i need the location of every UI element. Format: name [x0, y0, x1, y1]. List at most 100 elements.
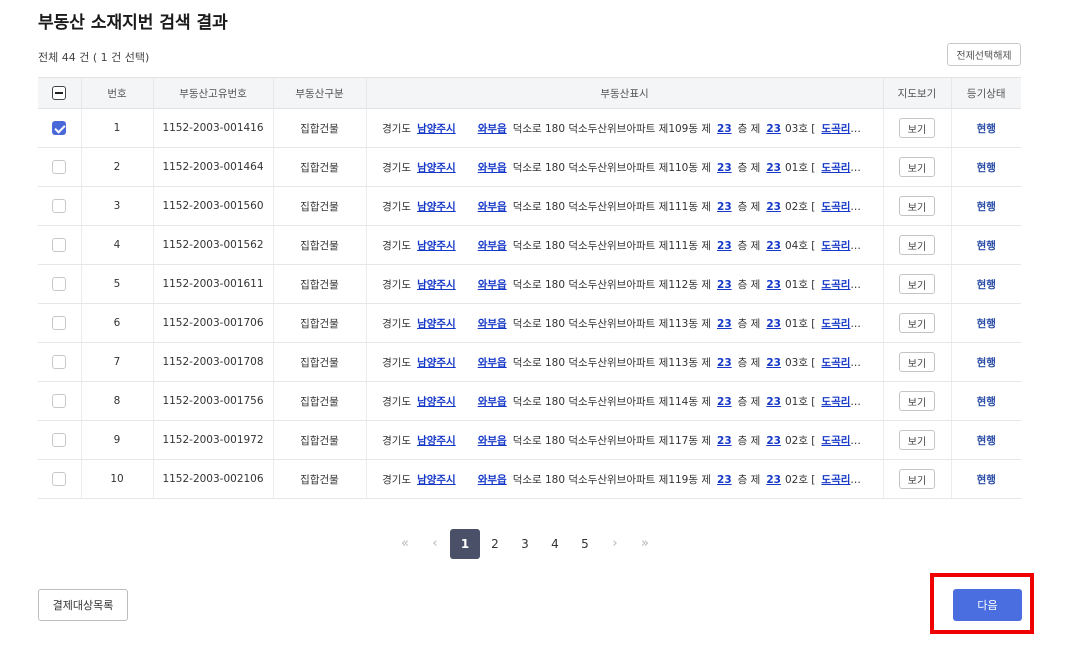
row-select-cell[interactable]: [38, 186, 81, 226]
address-floor-link[interactable]: 23: [717, 357, 732, 369]
table-row[interactable]: 6 1152-2003-001706 집합건물 경기도 남양주시 와부읍 덕소로 180 덕…: [38, 303, 1021, 343]
address-unit-link[interactable]: 23: [766, 396, 781, 408]
address-town-link[interactable]: 와부읍: [478, 396, 507, 408]
page-2[interactable]: 2: [480, 529, 510, 559]
page-3[interactable]: 3: [510, 529, 540, 559]
row-checkbox[interactable]: [52, 199, 67, 213]
payment-list-button[interactable]: 결제대상목록: [38, 589, 128, 621]
address-floor-link[interactable]: 23: [717, 123, 732, 135]
row-checkbox[interactable]: [52, 355, 67, 369]
double-chevron-left-icon[interactable]: «: [390, 529, 420, 559]
address-town-link[interactable]: 와부읍: [478, 435, 507, 447]
row-checkbox[interactable]: [52, 433, 67, 447]
address-unit-link[interactable]: 23: [766, 279, 781, 291]
row-checkbox[interactable]: [52, 394, 67, 408]
register-status[interactable]: 현행: [977, 201, 996, 213]
address-town-link[interactable]: 와부읍: [478, 162, 507, 174]
address-town-link[interactable]: 와부읍: [478, 201, 507, 213]
row-checkbox[interactable]: [52, 238, 67, 252]
address-floor-link[interactable]: 23: [717, 162, 732, 174]
map-view-button[interactable]: 보기: [899, 430, 935, 450]
select-all-header[interactable]: [38, 77, 81, 109]
address-village-link[interactable]: 도곡리: [821, 435, 850, 447]
address-village-link[interactable]: 도곡리: [821, 357, 850, 369]
row-select-cell[interactable]: [38, 420, 81, 460]
address-village-link[interactable]: 도곡리: [821, 162, 850, 174]
row-select-cell[interactable]: [38, 108, 81, 148]
row-checkbox[interactable]: [52, 316, 67, 330]
address-floor-link[interactable]: 23: [717, 396, 732, 408]
address-floor-link[interactable]: 23: [717, 474, 732, 486]
map-view-button[interactable]: 보기: [899, 274, 935, 294]
chevron-right-icon[interactable]: ›: [600, 529, 630, 559]
map-view-button[interactable]: 보기: [899, 235, 935, 255]
table-row[interactable]: 10 1152-2003-002106 집합건물 경기도 남양주시 와부읍 덕소로 180 …: [38, 459, 1021, 499]
address-town-link[interactable]: 와부읍: [478, 357, 507, 369]
address-city-link[interactable]: 남양주시: [417, 279, 456, 291]
address-village-link[interactable]: 도곡리: [821, 123, 850, 135]
address-town-link[interactable]: 와부읍: [478, 318, 507, 330]
address-village-link[interactable]: 도곡리: [821, 474, 850, 486]
table-row[interactable]: 5 1152-2003-001611 집합건물 경기도 남양주시 와부읍 덕소로 180 덕…: [38, 264, 1021, 304]
page-4[interactable]: 4: [540, 529, 570, 559]
map-view-button[interactable]: 보기: [899, 391, 935, 411]
address-city-link[interactable]: 남양주시: [417, 474, 456, 486]
row-select-cell[interactable]: [38, 381, 81, 421]
address-city-link[interactable]: 남양주시: [417, 357, 456, 369]
address-town-link[interactable]: 와부읍: [478, 240, 507, 252]
next-button[interactable]: 다음: [953, 589, 1022, 621]
select-all-checkbox[interactable]: [52, 86, 67, 100]
table-row[interactable]: 3 1152-2003-001560 집합건물 경기도 남양주시 와부읍 덕소로 180 덕…: [38, 186, 1021, 226]
row-checkbox[interactable]: [52, 277, 67, 291]
table-row[interactable]: 4 1152-2003-001562 집합건물 경기도 남양주시 와부읍 덕소로 180 덕…: [38, 225, 1021, 265]
address-floor-link[interactable]: 23: [717, 318, 732, 330]
row-checkbox[interactable]: [52, 160, 67, 174]
address-unit-link[interactable]: 23: [766, 474, 781, 486]
chevron-left-icon[interactable]: ‹: [420, 529, 450, 559]
register-status[interactable]: 현행: [977, 318, 996, 330]
register-status[interactable]: 현행: [977, 162, 996, 174]
map-view-button[interactable]: 보기: [899, 196, 935, 216]
table-row[interactable]: 8 1152-2003-001756 집합건물 경기도 남양주시 와부읍 덕소로 180 덕…: [38, 381, 1021, 421]
map-view-button[interactable]: 보기: [899, 157, 935, 177]
table-row[interactable]: 2 1152-2003-001464 집합건물 경기도 남양주시 와부읍 덕소로 180 덕…: [38, 147, 1021, 187]
address-city-link[interactable]: 남양주시: [417, 162, 456, 174]
address-village-link[interactable]: 도곡리: [821, 201, 850, 213]
row-select-cell[interactable]: [38, 147, 81, 187]
row-select-cell[interactable]: [38, 303, 81, 343]
map-view-button[interactable]: 보기: [899, 469, 935, 489]
register-status[interactable]: 현행: [977, 279, 996, 291]
address-unit-link[interactable]: 23: [766, 201, 781, 213]
map-view-button[interactable]: 보기: [899, 118, 935, 138]
register-status[interactable]: 현행: [977, 396, 996, 408]
address-town-link[interactable]: 와부읍: [478, 474, 507, 486]
address-unit-link[interactable]: 23: [766, 162, 781, 174]
address-city-link[interactable]: 남양주시: [417, 123, 456, 135]
address-city-link[interactable]: 남양주시: [417, 435, 456, 447]
row-select-cell[interactable]: [38, 459, 81, 499]
address-unit-link[interactable]: 23: [766, 435, 781, 447]
deselect-all-button[interactable]: 전제선택해제: [947, 43, 1021, 66]
register-status[interactable]: 현행: [977, 435, 996, 447]
row-select-cell[interactable]: [38, 342, 81, 382]
address-floor-link[interactable]: 23: [717, 201, 732, 213]
address-unit-link[interactable]: 23: [766, 240, 781, 252]
address-village-link[interactable]: 도곡리: [821, 240, 850, 252]
map-view-button[interactable]: 보기: [899, 352, 935, 372]
table-row[interactable]: 9 1152-2003-001972 집합건물 경기도 남양주시 와부읍 덕소로 180 덕…: [38, 420, 1021, 460]
address-village-link[interactable]: 도곡리: [821, 396, 850, 408]
address-city-link[interactable]: 남양주시: [417, 318, 456, 330]
address-village-link[interactable]: 도곡리: [821, 318, 850, 330]
address-town-link[interactable]: 와부읍: [478, 123, 507, 135]
address-village-link[interactable]: 도곡리: [821, 279, 850, 291]
row-checkbox[interactable]: [52, 121, 67, 135]
register-status[interactable]: 현행: [977, 240, 996, 252]
register-status[interactable]: 현행: [977, 123, 996, 135]
row-select-cell[interactable]: [38, 225, 81, 265]
page-1[interactable]: 1: [450, 529, 480, 559]
address-floor-link[interactable]: 23: [717, 240, 732, 252]
register-status[interactable]: 현행: [977, 357, 996, 369]
address-city-link[interactable]: 남양주시: [417, 201, 456, 213]
map-view-button[interactable]: 보기: [899, 313, 935, 333]
address-floor-link[interactable]: 23: [717, 279, 732, 291]
